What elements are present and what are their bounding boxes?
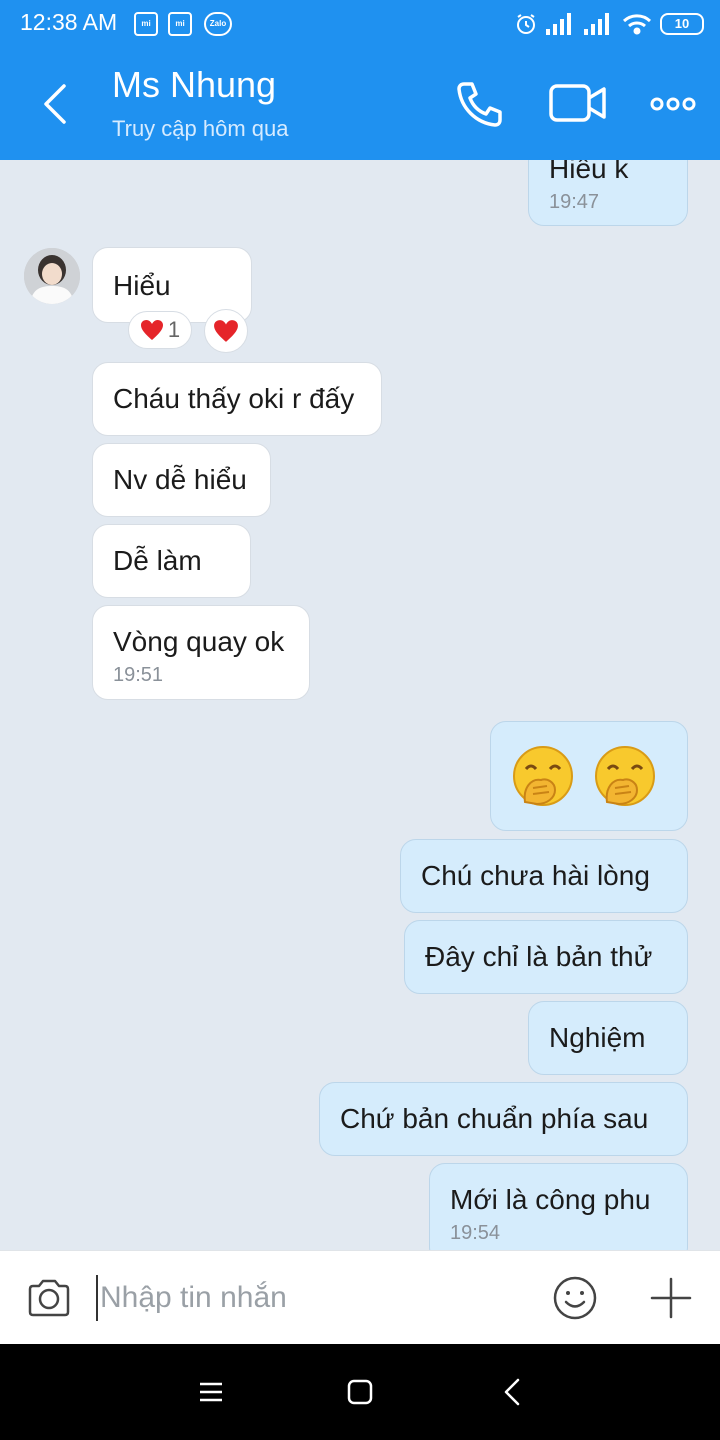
message-text: Nghiệm xyxy=(549,1022,646,1053)
message-bubble-received[interactable]: Nv dễ hiểu xyxy=(92,443,271,517)
message-time: 19:47 xyxy=(549,191,600,213)
home-square-icon[interactable] xyxy=(346,1374,374,1410)
back-arrow-icon[interactable] xyxy=(36,82,76,126)
avatar[interactable] xyxy=(24,248,80,304)
message-bubble-received[interactable]: Cháu thấy oki r đấy xyxy=(92,362,382,436)
message-input-bar xyxy=(0,1250,720,1344)
zalo-app-icon: Zalo xyxy=(204,12,232,36)
camera-icon[interactable] xyxy=(26,1277,72,1319)
menu-icon[interactable] xyxy=(198,1374,224,1410)
message-text: Chú chưa hài lòng xyxy=(421,860,650,891)
message-bubble-sent[interactable]: Nghiệm xyxy=(528,1001,688,1075)
signal-icon xyxy=(584,13,609,35)
message-text: Chứ bản chuẩn phía sau xyxy=(340,1103,649,1134)
message-text: Đây chỉ là bản thử xyxy=(425,941,653,972)
message-bubble-sent[interactable]: Chứ bản chuẩn phía sau xyxy=(319,1082,688,1156)
message-input[interactable] xyxy=(96,1275,516,1321)
contact-name[interactable]: Ms Nhung xyxy=(112,64,276,106)
message-time: 19:51 xyxy=(113,664,164,686)
status-time: 12:38 AM xyxy=(20,9,118,35)
message-bubble-sent[interactable]: Chú chưa hài lòng xyxy=(400,839,688,913)
message-bubble-sent[interactable]: Hiểu k 19:47 xyxy=(528,160,688,226)
message-bubble-sent[interactable]: Đây chỉ là bản thử xyxy=(404,920,688,994)
message-text: Nv dễ hiểu xyxy=(113,464,247,495)
react-button[interactable] xyxy=(204,309,248,353)
status-bar: 12:38 AM mi mi Zalo 10 xyxy=(0,0,720,48)
heart-icon xyxy=(140,320,163,340)
more-icon[interactable] xyxy=(650,78,696,130)
message-text: Vòng quay ok xyxy=(113,626,285,657)
system-navigation-bar xyxy=(0,1344,720,1440)
message-bubble-sent[interactable]: Mới là công phu 19:54 xyxy=(429,1163,688,1250)
message-bubble-received[interactable]: Dễ làm xyxy=(92,524,251,598)
message-text: Hiểu xyxy=(113,270,171,301)
alarm-icon xyxy=(517,14,535,34)
message-bubble-received[interactable]: Vòng quay ok 19:51 xyxy=(92,605,310,700)
message-text: Mới là công phu xyxy=(450,1184,651,1215)
emoji-icon[interactable] xyxy=(552,1275,598,1321)
last-seen-status: Truy cập hôm qua xyxy=(112,116,289,141)
video-camera-icon[interactable] xyxy=(548,78,608,130)
phone-icon[interactable] xyxy=(454,78,506,130)
reaction-count: 1 xyxy=(167,317,181,342)
message-bubble-sent[interactable] xyxy=(490,721,688,831)
message-list[interactable]: Hiểu k 19:47 Hiểu 1 Cháu thấy oki r đấy … xyxy=(0,160,720,1250)
hand-over-mouth-emoji-icon xyxy=(513,746,573,806)
mi-app-icon: mi xyxy=(168,12,192,36)
plus-icon[interactable] xyxy=(650,1277,692,1319)
mi-app-icon: mi xyxy=(134,12,158,36)
message-time: 19:54 xyxy=(450,1222,501,1244)
heart-icon xyxy=(214,320,238,342)
chat-header: Ms Nhung Truy cập hôm qua xyxy=(0,48,720,160)
message-text: Cháu thấy oki r đấy xyxy=(113,383,355,414)
battery-icon: 10 xyxy=(660,13,704,35)
wifi-icon xyxy=(622,14,652,35)
hand-over-mouth-emoji-icon xyxy=(595,746,655,806)
message-text: Hiểu k xyxy=(549,160,629,184)
reaction-summary[interactable]: 1 xyxy=(128,311,192,349)
signal-icon xyxy=(546,13,571,35)
back-icon[interactable] xyxy=(500,1374,524,1410)
message-text: Dễ làm xyxy=(113,545,202,576)
